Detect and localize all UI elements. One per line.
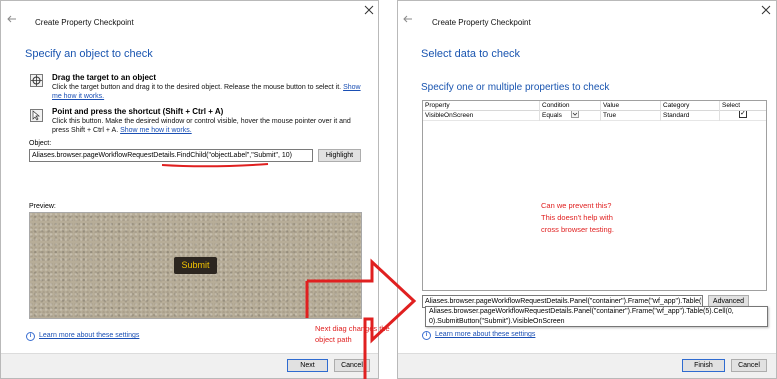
window-title: Create Property Checkpoint <box>432 18 531 27</box>
back-arrow-icon[interactable] <box>7 15 17 23</box>
learn-more-link[interactable]: Learn more about these settings <box>435 331 535 338</box>
column-header-condition[interactable]: Condition <box>540 101 601 111</box>
cell-condition[interactable]: Equals <box>540 111 601 121</box>
annotation-line: This doesn't help with <box>541 213 613 222</box>
preview-label: Preview: <box>29 203 56 210</box>
point-shortcut-text: Click this button. Make the desired wind… <box>52 118 351 134</box>
page-heading: Select data to check <box>421 48 521 60</box>
dialog-footer: Finish Cancel <box>398 353 776 378</box>
column-header-select[interactable]: Select <box>720 101 766 111</box>
annotation-line: object path <box>315 335 352 344</box>
learn-more-link[interactable]: Learn more about these settings <box>39 332 139 339</box>
table-row[interactable]: VisibleOnScreen Equals True Standard ✓ <box>423 111 766 121</box>
close-icon[interactable] <box>760 4 772 16</box>
cancel-button[interactable]: Cancel <box>731 359 767 372</box>
annotation-note-arrow: Next diag changes the object path <box>315 323 390 345</box>
select-checkbox[interactable]: ✓ <box>739 111 747 119</box>
properties-grid[interactable]: Property Condition Value Category Select… <box>422 100 767 291</box>
annotation-line: cross browser testing. <box>541 225 614 234</box>
cancel-button[interactable]: Cancel <box>334 359 370 372</box>
page-subheading: Specify one or multiple properties to ch… <box>421 82 610 93</box>
column-header-category[interactable]: Category <box>661 101 720 111</box>
cell-select[interactable]: ✓ <box>720 111 766 121</box>
cell-value[interactable]: True <box>601 111 661 121</box>
object-path-tooltip: Aliases.browser.pageWorkflowRequestDetai… <box>425 306 768 327</box>
title-bar: Create Property Checkpoint <box>398 1 776 37</box>
object-input[interactable]: Aliases.browser.pageWorkflowRequestDetai… <box>29 149 313 162</box>
object-label: Object: <box>29 140 52 147</box>
preview-pane: Submit <box>29 212 362 319</box>
preview-submit-button: Submit <box>174 257 217 274</box>
close-icon[interactable] <box>363 4 375 16</box>
dialog-footer: Next Cancel <box>1 353 378 378</box>
dropdown-arrow-icon[interactable] <box>570 111 579 119</box>
target-crosshair-icon[interactable] <box>30 74 43 87</box>
annotation-note-right: Can we prevent this? This doesn't help w… <box>541 200 614 236</box>
annotation-line: Next diag changes the <box>315 324 390 333</box>
drag-target-description: Click the target button and drag it to t… <box>52 83 362 101</box>
cell-property[interactable]: VisibleOnScreen <box>423 111 540 121</box>
condition-value: Equals <box>542 112 562 119</box>
title-bar: Create Property Checkpoint <box>1 1 378 37</box>
info-icon: i <box>26 332 35 341</box>
cell-category: Standard <box>661 111 720 121</box>
column-header-value[interactable]: Value <box>601 101 661 111</box>
column-header-property[interactable]: Property <box>423 101 540 111</box>
highlight-button[interactable]: Highlight <box>318 149 361 162</box>
show-me-link-2[interactable]: Show me how it works. <box>120 127 192 134</box>
annotation-line: Can we prevent this? <box>541 201 612 210</box>
drag-target-text: Click the target button and drag it to t… <box>52 84 342 91</box>
finish-button[interactable]: Finish <box>682 359 725 372</box>
pointer-shortcut-icon[interactable] <box>30 109 43 122</box>
page-heading: Specify an object to check <box>25 48 153 60</box>
point-shortcut-title: Point and press the shortcut (Shift + Ct… <box>52 107 224 116</box>
point-shortcut-description: Click this button. Make the desired wind… <box>52 117 364 135</box>
window-title: Create Property Checkpoint <box>35 18 134 27</box>
grid-header: Property Condition Value Category Select <box>423 101 766 111</box>
next-button[interactable]: Next <box>287 359 328 372</box>
back-arrow-icon[interactable] <box>403 15 413 23</box>
drag-target-title: Drag the target to an object <box>52 73 157 82</box>
info-icon: i <box>422 331 431 340</box>
